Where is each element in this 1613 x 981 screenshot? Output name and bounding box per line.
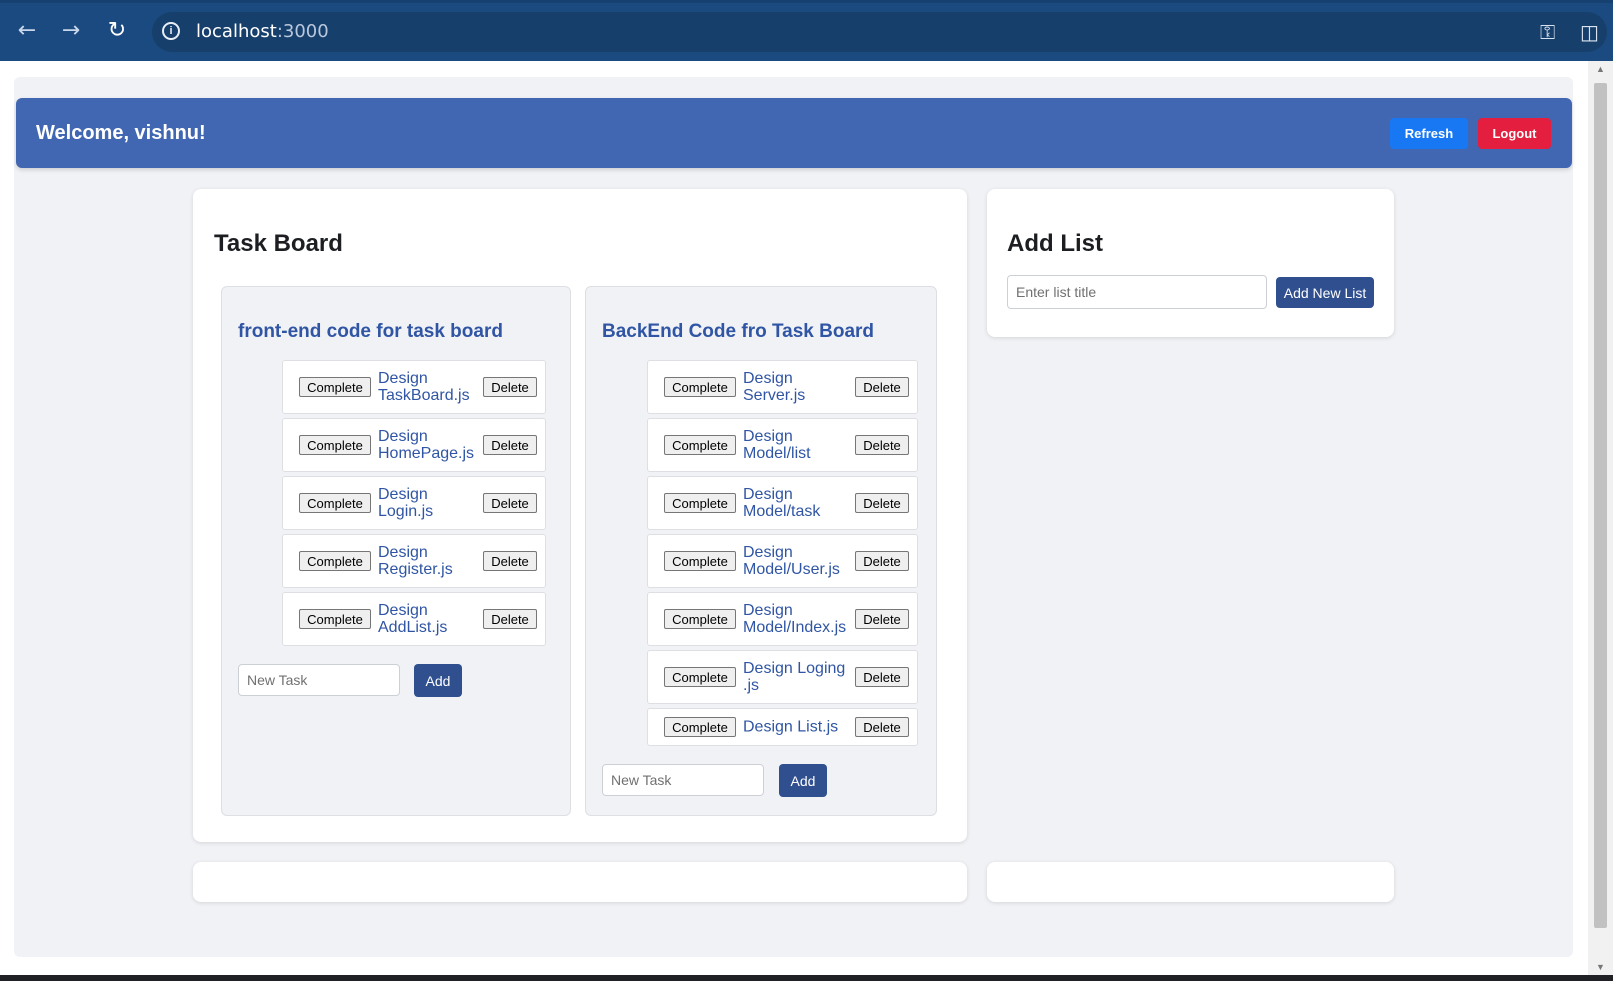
task-name: Design Model/list [743,428,811,462]
scroll-down-icon[interactable]: ▼ [1594,961,1607,973]
complete-button[interactable]: Complete [299,377,371,397]
task-name: Design Model/Index.js [743,602,847,636]
add-task-button[interactable]: Add [414,664,462,697]
scroll-up-icon[interactable]: ▲ [1594,63,1607,75]
delete-button[interactable]: Delete [483,435,537,455]
task-name: Design HomePage.js [378,428,475,462]
task-item: Complete Design Register.js Delete [282,534,546,588]
complete-button[interactable]: Complete [664,493,736,513]
url-port: :3000 [276,21,329,42]
delete-button[interactable]: Delete [483,609,537,629]
welcome-text: Welcome, vishnu! [36,122,206,144]
reload-icon[interactable]: ↻ [102,16,132,46]
empty-card [193,862,967,902]
complete-button[interactable]: Complete [299,609,371,629]
delete-button[interactable]: Delete [483,493,537,513]
scrollbar[interactable]: ▲ ▼ [1588,61,1613,975]
scroll-thumb[interactable] [1594,83,1607,928]
list-title: front-end code for task board [238,321,503,342]
delete-button[interactable]: Delete [855,377,909,397]
task-name: Design Model/User.js [743,544,840,578]
forward-icon[interactable]: → [56,16,86,46]
task-name: Design Register.js [378,544,453,578]
add-task-button[interactable]: Add [779,764,827,797]
task-item: Complete Design Model/User.js Delete [647,534,918,588]
complete-button[interactable]: Complete [299,493,371,513]
delete-button[interactable]: Delete [855,717,909,737]
add-new-list-button[interactable]: Add New List [1276,277,1374,308]
task-item: Complete Design Login.js Delete [282,476,546,530]
task-name: Design Login.js [378,486,434,520]
complete-button[interactable]: Complete [299,435,371,455]
app-header: Welcome, vishnu! Refresh Logout [16,98,1572,168]
address-bar[interactable]: i localhost:3000 [152,12,1607,52]
task-item: Complete Design Model/Index.js Delete [647,592,918,646]
taskbar-edge [0,975,1613,981]
empty-card [987,862,1394,902]
delete-button[interactable]: Delete [855,551,909,571]
back-icon[interactable]: ← [12,16,42,46]
complete-button[interactable]: Complete [664,667,736,687]
add-list-title: Add List [1007,230,1103,257]
task-name: Design Model/task [743,486,821,520]
new-task-input[interactable] [602,764,764,796]
task-name: Design List.js [743,718,839,736]
delete-button[interactable]: Delete [483,377,537,397]
task-name: Design Server.js [743,370,806,404]
url-text[interactable]: localhost:3000 [196,21,329,42]
task-item: Complete Design Model/list Delete [647,418,918,472]
task-item: Complete Design Server.js Delete [647,360,918,414]
complete-button[interactable]: Complete [664,609,736,629]
task-item: Complete Design Model/task Delete [647,476,918,530]
complete-button[interactable]: Complete [299,551,371,571]
complete-button[interactable]: Complete [664,717,736,737]
task-item: Complete Design AddList.js Delete [282,592,546,646]
url-host: localhost [196,21,277,42]
task-board-card: Task Board front-end code for task board… [193,189,967,842]
task-item: Complete Design HomePage.js Delete [282,418,546,472]
delete-button[interactable]: Delete [483,551,537,571]
complete-button[interactable]: Complete [664,377,736,397]
task-board-title: Task Board [214,230,343,257]
browser-toolbar: ← → ↻ i localhost:3000 ⚿ ◫ [0,0,1613,61]
list-title: BackEnd Code fro Task Board [602,321,875,342]
list-title-input[interactable] [1007,275,1267,309]
refresh-button[interactable]: Refresh [1390,118,1468,149]
task-name: Design AddList.js [378,602,448,636]
task-name: Design TaskBoard.js [378,370,470,404]
task-item: Complete Design TaskBoard.js Delete [282,360,546,414]
new-task-input[interactable] [238,664,400,696]
task-name: Design Loging .js [743,660,846,694]
task-item: Complete Design List.js Delete [647,708,918,746]
list-column: front-end code for task board Complete D… [221,286,571,816]
key-icon[interactable]: ⚿ [1540,20,1555,44]
task-item: Complete Design Loging .js Delete [647,650,918,704]
complete-button[interactable]: Complete [664,551,736,571]
logout-button[interactable]: Logout [1478,118,1551,149]
complete-button[interactable]: Complete [664,435,736,455]
delete-button[interactable]: Delete [855,667,909,687]
list-column: BackEnd Code fro Task Board Complete Des… [585,286,937,816]
tab-strip [0,0,1613,3]
delete-button[interactable]: Delete [855,493,909,513]
install-app-icon[interactable]: ◫ [1580,20,1599,44]
add-list-card: Add List Add New List [987,189,1394,337]
site-info-icon[interactable]: i [162,22,180,40]
delete-button[interactable]: Delete [855,435,909,455]
delete-button[interactable]: Delete [855,609,909,629]
